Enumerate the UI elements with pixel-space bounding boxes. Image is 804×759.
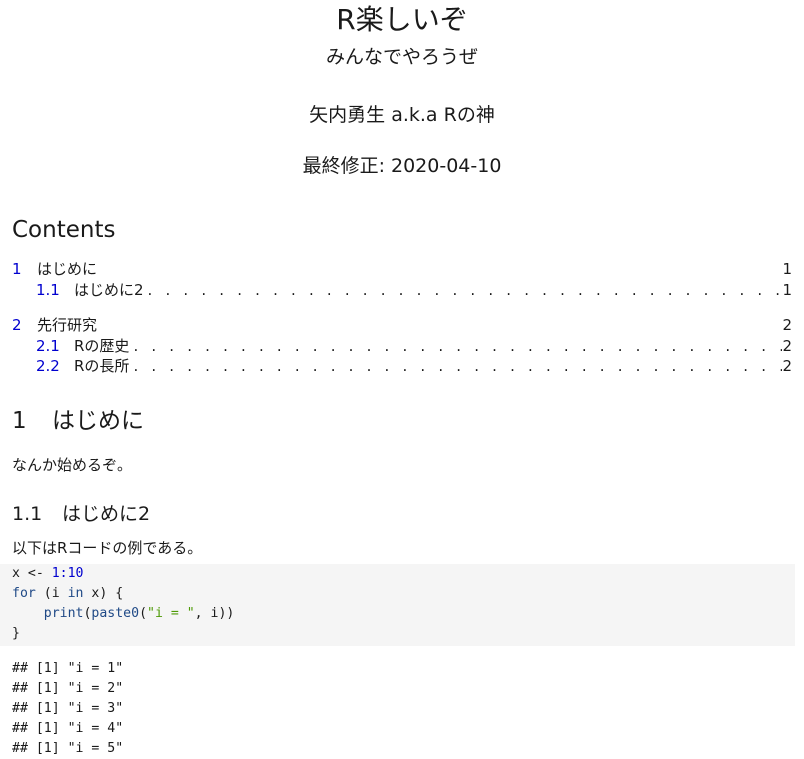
output-line: ## [1] "i = 3" [12, 701, 124, 716]
code-token: 1 [51, 566, 60, 581]
toc-entry-page: 1 [782, 280, 792, 299]
toc-entry-number: 1 [12, 260, 22, 278]
toc-entry-label: 先行研究 [37, 316, 98, 334]
document-title: R楽しいぞ [336, 3, 468, 36]
toc-entry-page: 1 [782, 260, 792, 278]
code-token: paste0 [91, 606, 140, 621]
code-line: print(paste0("i = ", i)) [0, 604, 795, 624]
code-line: } [0, 624, 795, 644]
toc-dot-leader: . . . . . . . . . . . . . . . . . . . . … [133, 336, 782, 355]
code-token: in [67, 586, 84, 601]
paragraph: 以下はRコードの例である。 [12, 539, 203, 557]
document-author: 矢内勇生 a.k.a Rの神 [309, 104, 495, 126]
code-token: print [43, 606, 84, 621]
code-token: , i)) [194, 606, 235, 621]
toc-dot-leader: . . . . . . . . . . . . . . . . . . . . … [133, 357, 782, 375]
toc-entry-page: 2 [782, 357, 792, 375]
paragraph: なんか始めるぞ。 [12, 456, 133, 474]
code-line: x <- 1:10 [0, 564, 795, 584]
toc-entry[interactable]: 1 はじめに 1 [12, 259, 792, 280]
toc-heading: Contents [12, 217, 116, 243]
code-output: ## [1] "i = 1" ## [1] "i = 2" ## [1] "i … [0, 659, 795, 759]
toc-entry[interactable]: 2 先行研究 2 [12, 315, 792, 336]
toc-entry-label: Rの歴史 [74, 336, 130, 355]
code-token: } [12, 626, 20, 641]
section-number: 1 [12, 408, 27, 434]
table-of-contents: 1 はじめに 1 1.1 はじめに2 . . . . . . . . . . .… [12, 259, 792, 377]
toc-dot-leader: . . . . . . . . . . . . . . . . . . . . … [147, 280, 782, 299]
code-token: ( [139, 606, 148, 621]
output-line: ## [1] "i = 1" [12, 661, 124, 676]
subsection-number: 1.1 [12, 503, 43, 525]
document-page: R楽しいぞ みんなでやろうぜ 矢内勇生 a.k.a Rの神 最終修正: 2020… [0, 0, 804, 756]
code-token: 10 [67, 566, 84, 581]
output-line: ## [1] "i = 2" [12, 681, 124, 696]
subsection-title: はじめに2 [62, 503, 151, 525]
toc-entry-label: はじめに [37, 260, 98, 278]
document-date: 最終修正: 2020-04-10 [302, 155, 502, 177]
code-block: x <- 1:10 for (i in x) { print(paste0("i… [0, 564, 795, 646]
code-token: (i [35, 586, 68, 601]
toc-entry-page: 2 [782, 316, 792, 334]
toc-entry[interactable]: 1.1 はじめに2 . . . . . . . . . . . . . . . … [12, 280, 792, 301]
code-line: for (i in x) { [0, 584, 795, 604]
output-line: ## [1] "i = 4" [12, 721, 124, 736]
subsection-heading: 1.1 はじめに2 [12, 500, 150, 528]
code-token: for [12, 586, 36, 601]
toc-entry-label: はじめに2 [74, 280, 144, 299]
toc-entry-number: 2 [12, 316, 22, 334]
code-token: x) { [83, 586, 124, 601]
code-token: : [59, 566, 68, 581]
toc-entry-number: 2.2 [36, 357, 60, 375]
toc-entry[interactable]: 2.2 Rの長所 . . . . . . . . . . . . . . . .… [12, 356, 792, 377]
code-token: x <- [12, 566, 52, 581]
code-token: "i = " [147, 606, 195, 621]
output-line: ## [1] "i = 5" [12, 741, 124, 756]
toc-entry-label: Rの長所 [74, 357, 130, 375]
toc-entry[interactable]: 2.1 Rの歴史 . . . . . . . . . . . . . . . .… [12, 336, 792, 357]
toc-entry-number: 1.1 [36, 280, 60, 299]
document-subtitle: みんなでやろうぜ [325, 46, 478, 68]
toc-entry-page: 2 [782, 336, 792, 355]
section-heading: 1 はじめに [12, 405, 144, 437]
section-title: はじめに [52, 408, 144, 434]
toc-entry-number: 2.1 [36, 336, 60, 355]
